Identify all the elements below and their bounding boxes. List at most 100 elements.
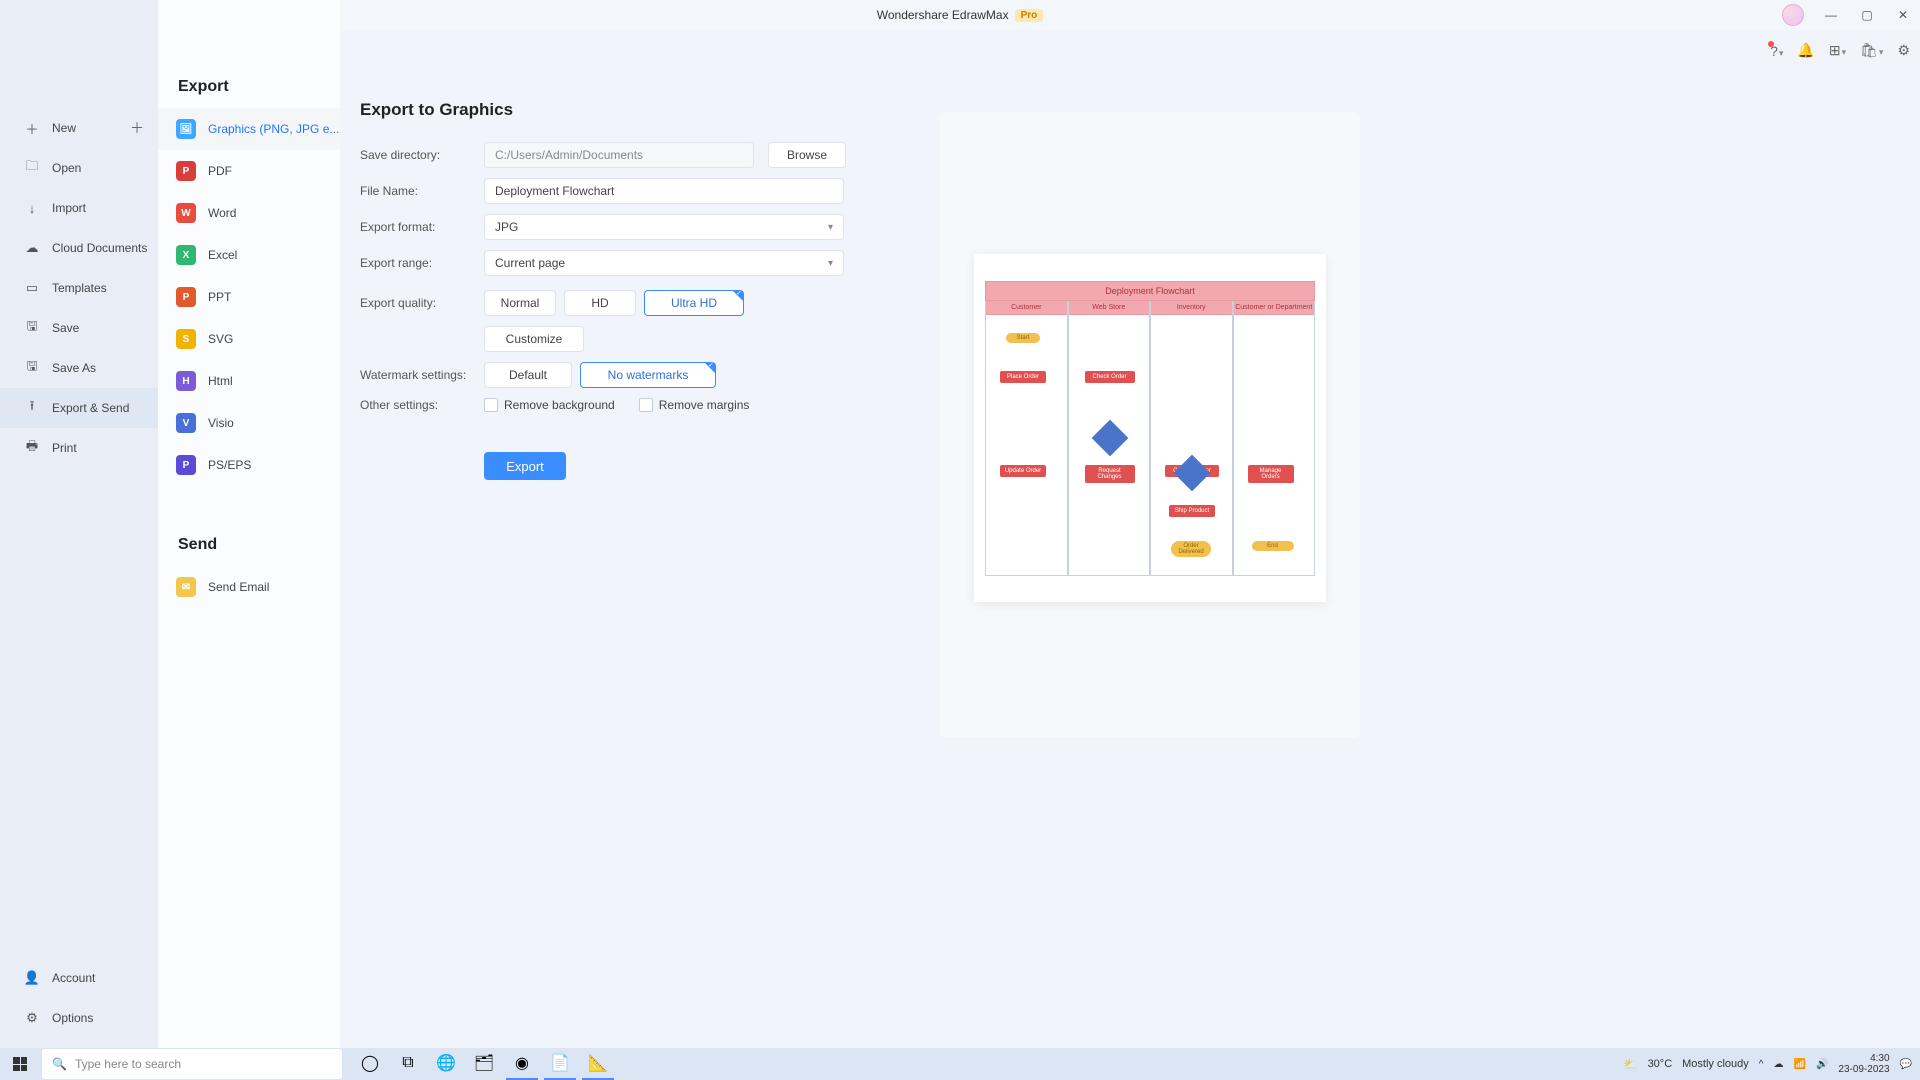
saveas-icon: 🖫 bbox=[24, 360, 40, 376]
import-icon: ↓ bbox=[24, 200, 40, 216]
quality-normal[interactable]: Normal bbox=[484, 290, 556, 316]
format-item-html[interactable]: HHtml bbox=[158, 360, 340, 402]
templates-icon: ▭ bbox=[24, 280, 40, 296]
taskbar-search[interactable]: 🔍 Type here to search bbox=[42, 1049, 342, 1079]
clock[interactable]: 4:30 23-09-2023 bbox=[1838, 1053, 1889, 1076]
filename-input[interactable] bbox=[484, 178, 844, 204]
cart-icon[interactable]: 🛍▾ bbox=[1860, 42, 1883, 59]
taskbar: 🔍 Type here to search ◯ ⧉ 🌐 🗂 ◉ 📄 📐 ⛅ 30… bbox=[0, 1048, 1920, 1080]
notifications-icon[interactable]: 💬 bbox=[1900, 1059, 1912, 1070]
sidebar-item-label: Export & Send bbox=[52, 401, 129, 415]
checkbox-box bbox=[484, 398, 498, 412]
weather-icon[interactable]: ⛅ bbox=[1624, 1058, 1638, 1071]
watermark-default[interactable]: Default bbox=[484, 362, 572, 388]
format-label: Export format: bbox=[360, 220, 484, 234]
bell-icon[interactable]: 🔔 bbox=[1797, 42, 1814, 59]
account-icon: 👤 bbox=[24, 970, 40, 986]
chevron-down-icon: ▾ bbox=[828, 258, 833, 269]
sidebar-item-export[interactable]: ⭱Export & Send bbox=[0, 388, 158, 428]
sidebar-item-save[interactable]: 🖫Save bbox=[0, 308, 158, 348]
export-button[interactable]: Export bbox=[484, 452, 566, 480]
onedrive-icon[interactable]: ☁ bbox=[1773, 1059, 1783, 1070]
format-item-visio[interactable]: V Visio bbox=[158, 402, 340, 444]
format-item-ps[interactable]: PPS/EPS bbox=[158, 444, 340, 486]
flow-col: Web StoreCheck OrderRequest Changes bbox=[1068, 301, 1151, 576]
flow-shape: End bbox=[1252, 541, 1294, 551]
dir-label: Save directory: bbox=[360, 148, 484, 162]
checkbox-remove-background[interactable]: Remove background bbox=[484, 398, 615, 412]
sidebar-item-new[interactable]: ＋New＋ bbox=[0, 108, 158, 148]
format-item-label: SVG bbox=[208, 332, 233, 346]
dir-input[interactable] bbox=[484, 142, 754, 168]
other-label: Other settings: bbox=[360, 398, 484, 412]
export-heading: Export bbox=[158, 28, 340, 108]
sidebar-item-options[interactable]: ⚙Options bbox=[0, 998, 158, 1038]
range-select[interactable]: Current page ▾ bbox=[484, 250, 844, 276]
close-button[interactable]: ✕ bbox=[1886, 0, 1920, 30]
sidebar-item-import[interactable]: ↓Import bbox=[0, 188, 158, 228]
plus-icon[interactable]: ＋ bbox=[130, 118, 144, 138]
flow-title: Deployment Flowchart bbox=[985, 281, 1315, 301]
avatar[interactable] bbox=[1782, 4, 1804, 26]
checkbox-remove-margins[interactable]: Remove margins bbox=[639, 398, 750, 412]
browse-button[interactable]: Browse bbox=[768, 142, 846, 168]
maximize-button[interactable]: ▢ bbox=[1850, 0, 1884, 30]
fname-label: File Name: bbox=[360, 184, 484, 198]
format-item-label: Excel bbox=[208, 248, 237, 262]
flow-shape bbox=[1091, 419, 1128, 456]
sidebar-item-print[interactable]: 🖶Print bbox=[0, 428, 158, 468]
quality-ultra-hd[interactable]: Ultra HD bbox=[644, 290, 744, 316]
format-item-email[interactable]: ✉Send Email bbox=[158, 566, 340, 608]
format-item-svg[interactable]: S SVG bbox=[158, 318, 340, 360]
preview-paper: Deployment Flowchart CustomerStartPlace … bbox=[974, 254, 1326, 602]
sidebar-item-saveas[interactable]: 🖫Save As bbox=[0, 348, 158, 388]
format-item-label: PPT bbox=[208, 290, 231, 304]
sidebar-item-label: Templates bbox=[52, 281, 107, 295]
sidebar-item-open[interactable]: 🗀Open bbox=[0, 148, 158, 188]
flow-col: CustomerStartPlace OrderUpdate Order bbox=[985, 301, 1068, 576]
word-icon[interactable]: 📄 bbox=[544, 1048, 576, 1080]
format-item-excel[interactable]: XExcel bbox=[158, 234, 340, 276]
task-view-icon[interactable]: ⧉ bbox=[392, 1048, 424, 1080]
visio-icon: V bbox=[176, 413, 196, 433]
flow-col: InventoryContact OrderShip ProductOrder … bbox=[1150, 301, 1233, 576]
range-value: Current page bbox=[495, 256, 565, 270]
quality-hd[interactable]: HD bbox=[564, 290, 636, 316]
flow-col: Customer or DepartmentManage OrdersEnd bbox=[1233, 301, 1316, 576]
send-heading: Send bbox=[158, 486, 340, 566]
apps-icon[interactable]: ⊞▾ bbox=[1829, 42, 1846, 59]
weather-temp: 30°C bbox=[1648, 1058, 1673, 1070]
sidebar-item-label: Open bbox=[52, 161, 81, 175]
format-item-label: PDF bbox=[208, 164, 232, 178]
format-item-pdf[interactable]: PPDF bbox=[158, 150, 340, 192]
format-item-graphics[interactable]: 🖼Graphics (PNG, JPG e... bbox=[158, 108, 340, 150]
edge-icon[interactable]: 🌐 bbox=[430, 1048, 462, 1080]
minimize-button[interactable]: — bbox=[1814, 0, 1848, 30]
format-item-ppt[interactable]: PPPT bbox=[158, 276, 340, 318]
flow-shape: Place Order bbox=[1000, 371, 1046, 383]
watermark-no-watermarks[interactable]: No watermarks bbox=[580, 362, 716, 388]
svg-icon: S bbox=[176, 329, 196, 349]
cortana-icon[interactable]: ◯ bbox=[354, 1048, 386, 1080]
wifi-icon[interactable]: 📶 bbox=[1793, 1059, 1805, 1070]
edrawmax-icon[interactable]: 📐 bbox=[582, 1048, 614, 1080]
cloud-icon: ☁ bbox=[24, 240, 40, 256]
start-button[interactable] bbox=[0, 1048, 40, 1080]
help-icon[interactable]: ?▾ bbox=[1770, 43, 1783, 59]
settings-icon[interactable]: ⚙ bbox=[1897, 42, 1910, 59]
sidebar-item-account[interactable]: 👤Account bbox=[0, 958, 158, 998]
sidebar-item-cloud[interactable]: ☁Cloud Documents bbox=[0, 228, 158, 268]
options-icon: ⚙ bbox=[24, 1010, 40, 1026]
format-item-label: PS/EPS bbox=[208, 458, 251, 472]
chrome-icon[interactable]: ◉ bbox=[506, 1048, 538, 1080]
format-item-label: Visio bbox=[208, 416, 234, 430]
volume-icon[interactable]: 🔊 bbox=[1816, 1059, 1828, 1070]
flow-shape: Check Order bbox=[1085, 371, 1135, 383]
format-item-word[interactable]: WWord bbox=[158, 192, 340, 234]
word-icon: W bbox=[176, 203, 196, 223]
customize-button[interactable]: Customize bbox=[484, 326, 584, 352]
format-select[interactable]: JPG ▾ bbox=[484, 214, 844, 240]
sidebar-item-templates[interactable]: ▭ Templates bbox=[0, 268, 158, 308]
tray-chevron-icon[interactable]: ^ bbox=[1759, 1059, 1764, 1070]
explorer-icon[interactable]: 🗂 bbox=[468, 1048, 500, 1080]
